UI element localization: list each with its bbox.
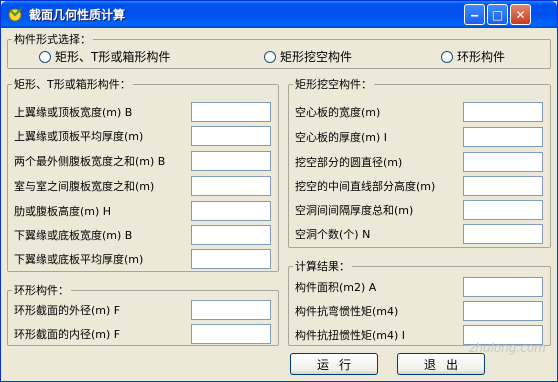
type-select-legend: 构件形式选择： xyxy=(14,33,91,46)
radio-circle-icon[interactable] xyxy=(264,50,276,63)
rect-outer-web-width-input[interactable] xyxy=(191,151,271,171)
rect-label-web-height: 肋或腹板高度(m) H xyxy=(14,205,112,218)
radio-rect-hollow[interactable]: 矩形挖空构件 xyxy=(264,48,352,65)
watermark-text: zhulong.com xyxy=(469,341,546,355)
ring-label-outer-diameter: 环形截面的外径(m) F xyxy=(14,304,121,317)
result-bending-inertia-output[interactable] xyxy=(463,301,543,321)
result-group-legend: 计算结果： xyxy=(295,260,350,273)
radio-label: 环形构件 xyxy=(457,50,506,64)
rect-top-thickness-input[interactable] xyxy=(191,126,271,146)
hollow-thickness-input[interactable] xyxy=(463,127,543,147)
window-title: 截面几何性质计算 xyxy=(29,8,126,22)
hollow-label-thickness: 空心板的厚度(m) I xyxy=(295,131,388,144)
hollow-circle-diameter-input[interactable] xyxy=(463,152,543,172)
hollow-group-legend: 矩形挖空构件： xyxy=(295,78,372,91)
main-window: 截面几何性质计算 ‒ □ ✕ 构件形式选择： 矩形、T形或箱形构件 矩形挖空构件… xyxy=(0,0,558,382)
result-area-output[interactable] xyxy=(463,277,543,297)
radio-rect-t-box[interactable]: 矩形、T形或箱形构件 xyxy=(39,48,170,65)
rect-top-width-input[interactable] xyxy=(191,102,271,122)
hollow-width-input[interactable] xyxy=(463,102,543,122)
ring-inner-diameter-input[interactable] xyxy=(191,324,271,344)
minimize-button[interactable]: ‒ xyxy=(464,4,485,25)
rect-label-bottom-thickness: 下翼缘或底板平均厚度(m) xyxy=(14,253,144,266)
ring-label-inner-diameter: 环形截面的内径(m) F xyxy=(14,328,121,341)
hollow-label-hole-count: 空洞个数(个) N xyxy=(295,228,371,241)
ring-group-legend: 环形构件： xyxy=(14,284,69,297)
rect-web-height-input[interactable] xyxy=(191,201,271,221)
ring-outer-diameter-input[interactable] xyxy=(191,300,271,320)
radio-label: 矩形、T形或箱形构件 xyxy=(55,50,171,64)
hollow-hole-count-input[interactable] xyxy=(463,224,543,244)
rect-group-legend: 矩形、T形或箱形构件： xyxy=(14,78,131,91)
rect-label-inner-web-width: 室与室之间腹板宽度之和(m) xyxy=(14,180,155,193)
close-button[interactable]: ✕ xyxy=(510,4,531,25)
rect-bottom-width-input[interactable] xyxy=(191,225,271,245)
app-icon xyxy=(8,8,22,22)
rect-label-top-width: 上翼缘或顶板宽度(m) B xyxy=(14,106,133,119)
hollow-label-gap-total: 空洞间间隔厚度总和(m) xyxy=(295,204,414,217)
radio-ring[interactable]: 环形构件 xyxy=(441,48,505,65)
radio-label: 矩形挖空构件 xyxy=(280,50,353,64)
rect-label-top-thickness: 上翼缘或顶板平均厚度(m) xyxy=(14,130,144,143)
rect-bottom-thickness-input[interactable] xyxy=(191,249,271,269)
rect-label-outer-web-width: 两个最外侧腹板宽度之和(m) B xyxy=(14,155,166,168)
result-label-bending-inertia: 构件抗弯惯性矩(m4) xyxy=(295,305,399,318)
run-button[interactable]: 运行 xyxy=(290,353,378,375)
hollow-gap-total-input[interactable] xyxy=(463,200,543,220)
result-label-area: 构件面积(m2) A xyxy=(295,281,377,294)
rect-inner-web-width-input[interactable] xyxy=(191,176,271,196)
rect-label-bottom-width: 下翼缘或底板宽度(m) B xyxy=(14,229,133,242)
hollow-label-mid-height: 挖空的中间直线部分高度(m) xyxy=(295,180,436,193)
result-label-torsion-inertia: 构件抗扭惯性矩(m4) I xyxy=(295,329,406,342)
exit-button[interactable]: 退出 xyxy=(397,353,485,375)
hollow-label-circle-diameter: 挖空部分的圆直径(m) xyxy=(295,156,403,169)
hollow-mid-height-input[interactable] xyxy=(463,176,543,196)
title-bar[interactable]: 截面几何性质计算 ‒ □ ✕ xyxy=(1,1,557,28)
radio-circle-icon[interactable] xyxy=(441,50,453,63)
hollow-label-width: 空心板的宽度(m) xyxy=(295,106,381,119)
maximize-button[interactable]: □ xyxy=(487,4,508,25)
radio-circle-icon[interactable] xyxy=(39,50,51,63)
